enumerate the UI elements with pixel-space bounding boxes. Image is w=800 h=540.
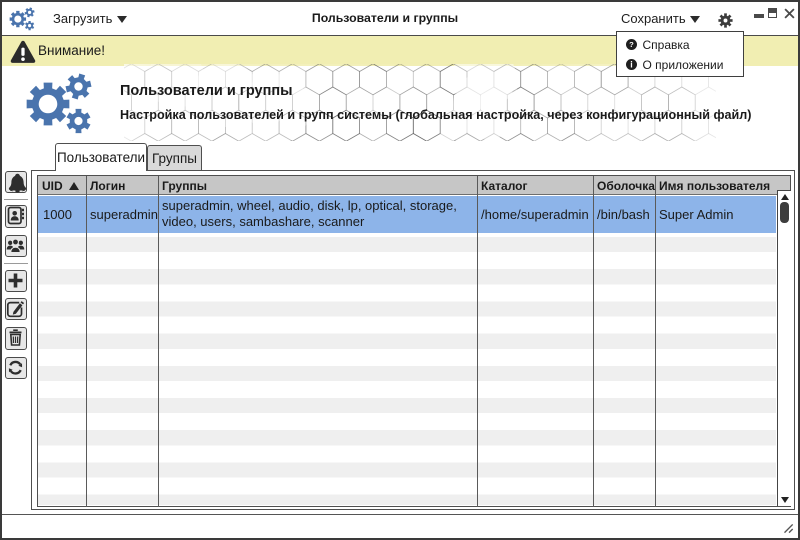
svg-text:?: ? [629, 40, 634, 49]
svg-text:i: i [630, 59, 632, 69]
